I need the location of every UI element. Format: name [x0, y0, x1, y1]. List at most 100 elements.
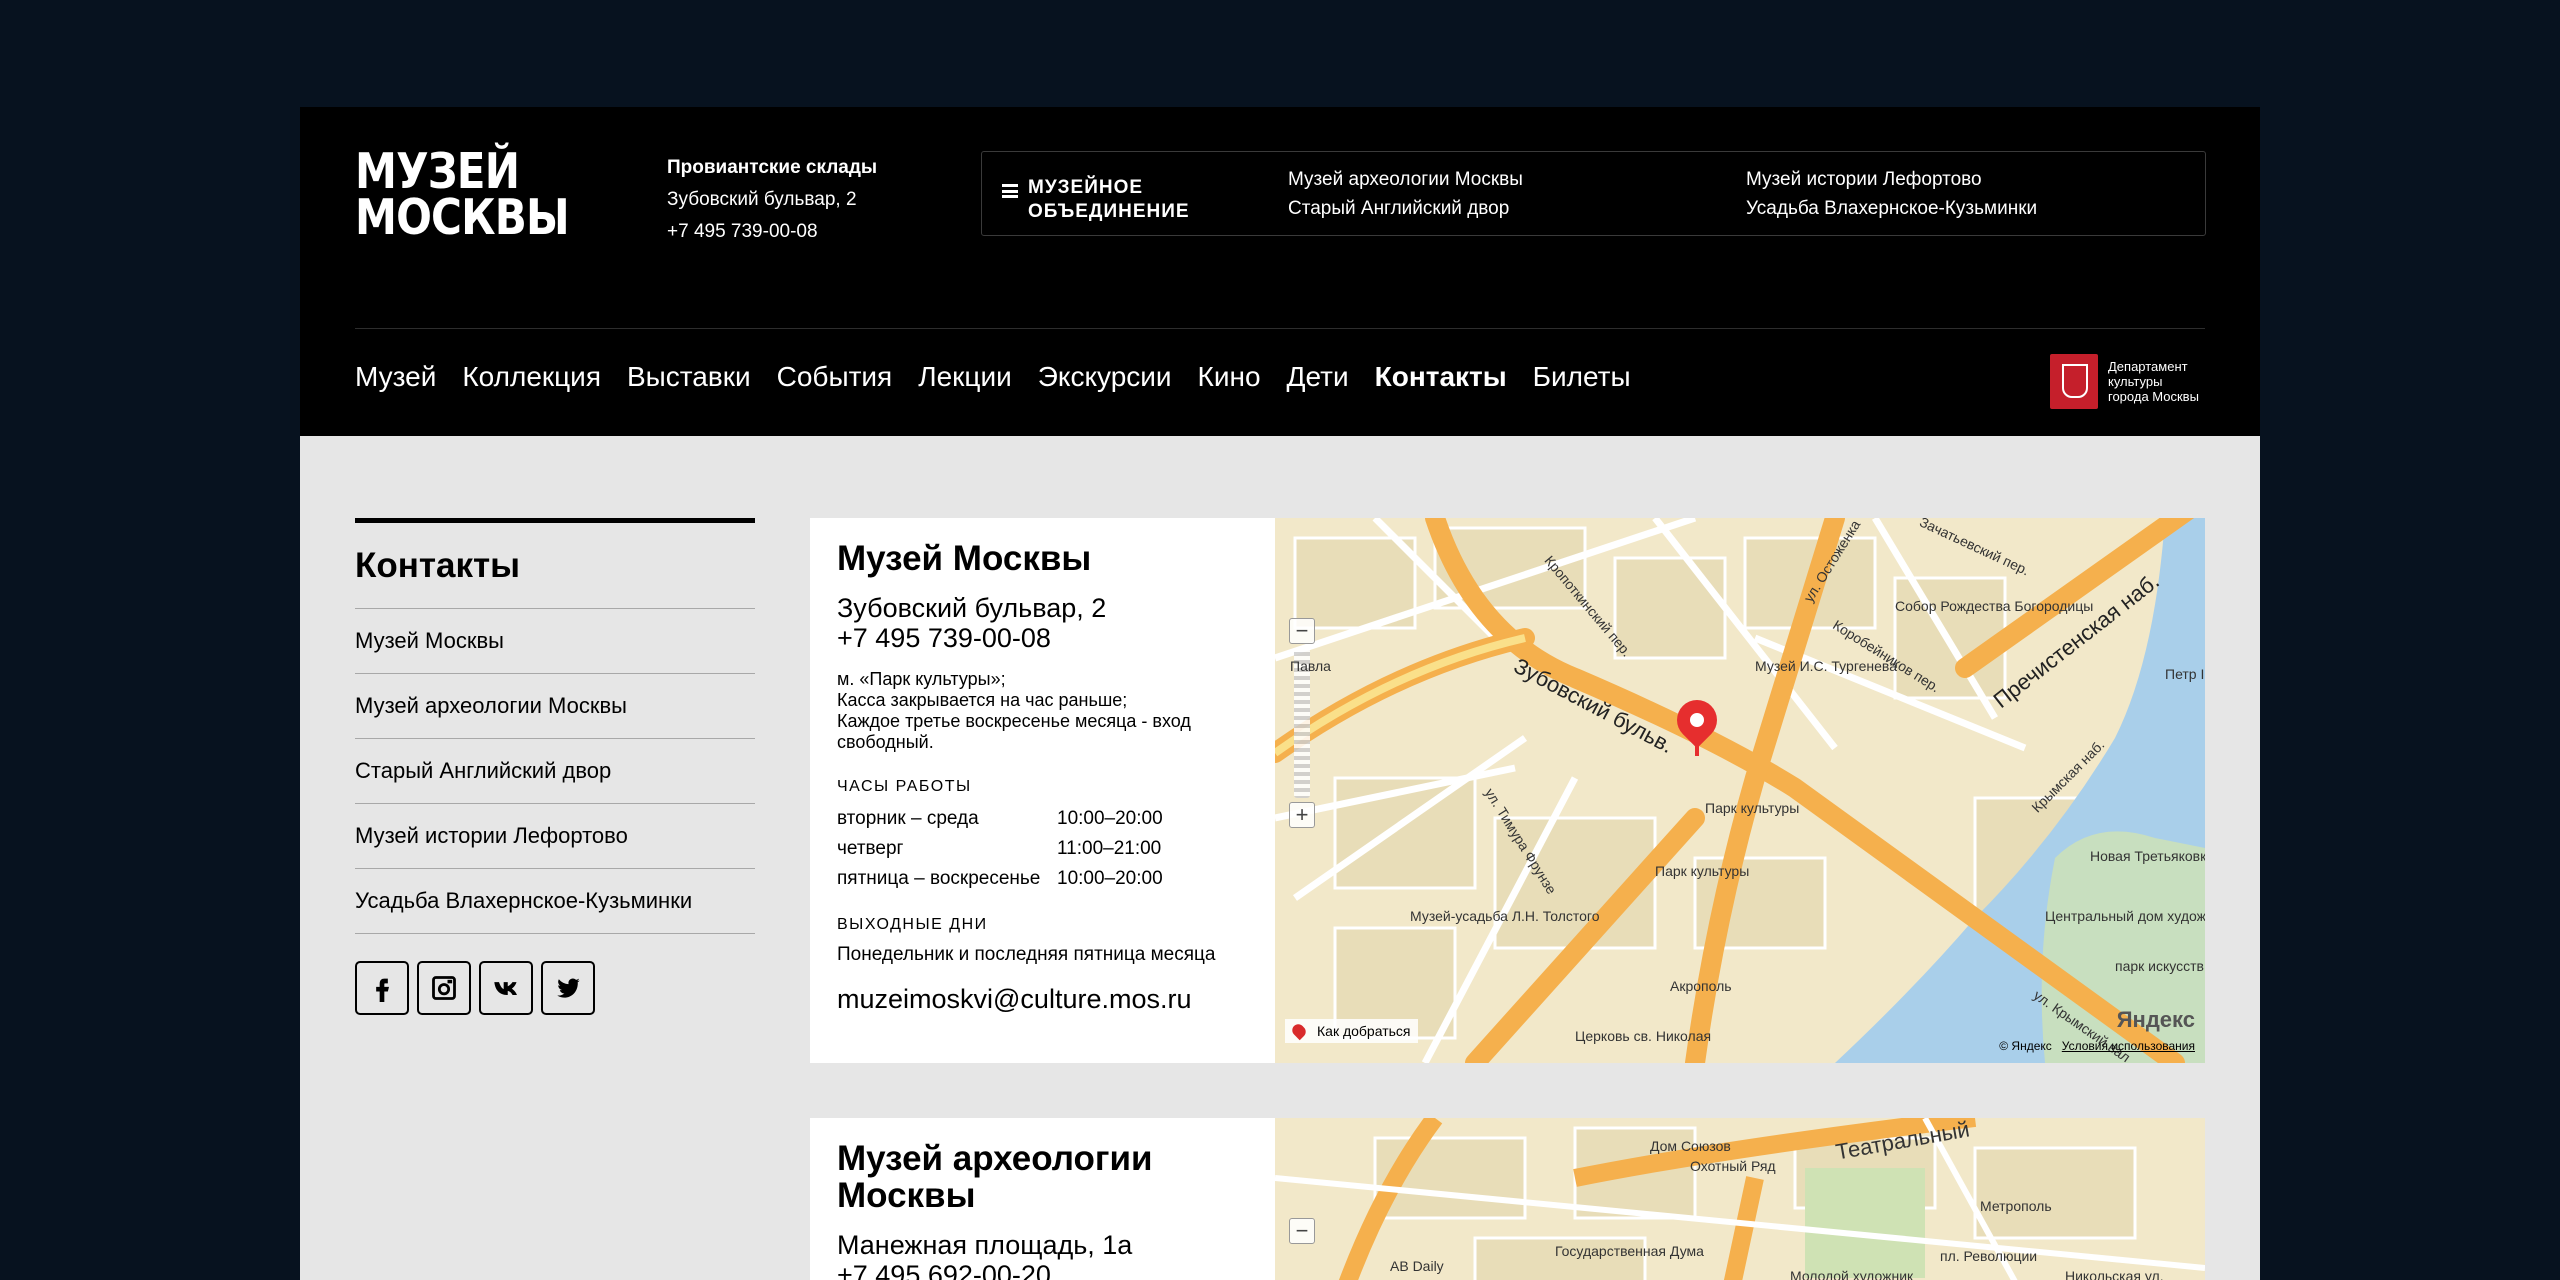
- hours-label: ЧАСЫ РАБОТЫ: [837, 778, 972, 795]
- zoom-out-button[interactable]: −: [1289, 1218, 1315, 1244]
- map-label: Музей-усадьба Л.Н. Толстого: [1410, 908, 1600, 924]
- zoom-out-button[interactable]: −: [1289, 618, 1315, 644]
- nav-item[interactable]: Контакты: [1375, 360, 1507, 394]
- department-text: Департамент культуры города Москвы: [2108, 359, 2199, 404]
- location-phone[interactable]: +7 495 739-00-08: [667, 216, 877, 248]
- museum-union-box: МУЗЕЙНОЕ ОБЪЕДИНЕНИЕ Музей археологии Мо…: [981, 151, 2206, 236]
- sidebar-item[interactable]: Старый Английский двор: [355, 739, 755, 804]
- map-label: Павла: [1290, 658, 1331, 674]
- nav-item[interactable]: Билеты: [1533, 360, 1631, 394]
- card-title: Музей Москвы: [837, 539, 1092, 578]
- route-label: Как добраться: [1317, 1023, 1411, 1039]
- union-link[interactable]: Музей археологии Москвы: [1288, 165, 1523, 194]
- zoom-control[interactable]: − +: [1289, 618, 1315, 828]
- sidebar-list: Музей Москвы Музей археологии Москвы Стары…: [355, 609, 755, 934]
- nav-item[interactable]: Музей: [355, 360, 436, 394]
- hours-time: 10:00–20:00: [1057, 808, 1163, 829]
- sidebar: Контакты Музей Москвы Музей археологии Мо…: [355, 518, 755, 1015]
- location-address: Зубовский бульвар, 2: [667, 189, 857, 210]
- map-label: Петр I: [2165, 666, 2205, 682]
- logo[interactable]: МУЗЕЙ МОСКВЫ: [355, 147, 570, 246]
- zoom-control[interactable]: −: [1289, 1218, 1315, 1244]
- phone-line[interactable]: +7 495 739-00-08: [837, 623, 1277, 653]
- sidebar-top-rule: [355, 518, 755, 523]
- nav-item[interactable]: Экскурсии: [1038, 360, 1172, 394]
- union-links-col-2: Музей истории Лефортово Усадьба Влахернс…: [1746, 165, 2037, 223]
- address-line: Манежная площадь, 1а: [837, 1230, 1133, 1260]
- map-label: Акрополь: [1670, 978, 1732, 994]
- map-label: Государственная Дума: [1555, 1243, 1704, 1259]
- department-logo[interactable]: Департамент культуры города Москвы: [2050, 354, 2208, 409]
- sidebar-item[interactable]: Музей археологии Москвы: [355, 674, 755, 739]
- hours-row: пятница – воскресенье 10:00–20:00: [837, 864, 1277, 894]
- main-nav: Музей Коллекция Выставки События Лекции Экску…: [355, 360, 1657, 394]
- card-note: м. «Парк культуры»; Касса закрывается на…: [837, 669, 1191, 752]
- nav-item[interactable]: Дети: [1287, 360, 1349, 394]
- contact-card-museum-moscow: Музей Москвы Зубовский бульвар, 2 +7 495…: [810, 518, 2205, 1063]
- map-label: Центральный дом художника: [2045, 908, 2205, 924]
- vk-icon[interactable]: [479, 961, 533, 1015]
- map-label: Метрополь: [1980, 1198, 2052, 1214]
- social-links: [355, 961, 755, 1015]
- hours-table: вторник – среда 10:00–20:00 четверг 11:00–2…: [837, 804, 1277, 894]
- address-line: Зубовский бульвар, 2: [837, 593, 1107, 623]
- header-location: Провиантские склады Зубовский бульвар, 2…: [667, 152, 877, 248]
- map-label: пл. Революции: [1940, 1248, 2038, 1264]
- card-address: Манежная площадь, 1а +7 495 692-00-20: [837, 1230, 1277, 1280]
- union-menu-label: МУЗЕЙНОЕ ОБЪЕДИНЕНИЕ: [1028, 177, 1190, 222]
- hours-time: 11:00–21:00: [1057, 838, 1162, 859]
- hours-row: вторник – среда 10:00–20:00: [837, 804, 1277, 834]
- days-off-value: Понедельник и последняя пятница месяца: [837, 944, 1216, 965]
- map-archaeology[interactable]: − Охотный Ряд Театральный Дом Союзов Метроп…: [1275, 1118, 2205, 1280]
- phone-line[interactable]: +7 495 692-00-20: [837, 1260, 1277, 1280]
- card-title: Музей археологии Москвы: [837, 1139, 1153, 1215]
- content-area: Контакты Музей Москвы Музей археологии Мо…: [300, 436, 2260, 1280]
- map-label: AB Daily: [1390, 1258, 1444, 1274]
- days-off-label: ВЫХОДНЫЕ ДНИ: [837, 916, 988, 933]
- map-label: Церковь св. Николая: [1575, 1028, 1712, 1044]
- map-copyright: © Яндекс Условия использования: [1999, 1039, 2195, 1053]
- hamburger-icon: [1002, 184, 1018, 198]
- map-label: Парк культуры: [1705, 800, 1800, 816]
- site-frame: МУЗЕЙ МОСКВЫ Провиантские склады Зубовск…: [300, 107, 2260, 1280]
- route-pin-icon: [1289, 1021, 1309, 1041]
- map-label: Новая Третьяковка: [2090, 848, 2205, 864]
- map-label: Охотный Ряд: [1690, 1158, 1776, 1174]
- twitter-icon[interactable]: [541, 961, 595, 1015]
- nav-item[interactable]: События: [777, 360, 893, 394]
- zoom-in-button[interactable]: +: [1289, 802, 1315, 828]
- union-link[interactable]: Усадьба Влахернское-Кузьминки: [1746, 194, 2037, 223]
- sidebar-item[interactable]: Музей Москвы: [355, 609, 755, 674]
- hours-days: вторник – среда: [837, 808, 979, 829]
- union-menu-button[interactable]: МУЗЕЙНОЕ ОБЪЕДИНЕНИЕ: [1002, 176, 1190, 224]
- logo-line-2: МОСКВЫ: [355, 189, 570, 246]
- union-link[interactable]: Старый Английский двор: [1288, 194, 1523, 223]
- location-name: Провиантские склады: [667, 157, 878, 178]
- map-label: Дом Союзов: [1650, 1138, 1731, 1154]
- union-link[interactable]: Музей истории Лефортово: [1746, 165, 2037, 194]
- hours-row: четверг 11:00–21:00: [837, 834, 1277, 864]
- nav-item[interactable]: Лекции: [918, 360, 1012, 394]
- map-label: Парк культуры: [1655, 863, 1750, 879]
- hours-days: пятница – воскресенье: [837, 868, 1041, 889]
- email-link[interactable]: muzeimoskvi@culture.mos.ru: [837, 984, 1277, 1015]
- header: МУЗЕЙ МОСКВЫ Провиантские склады Зубовск…: [300, 107, 2260, 436]
- nav-item[interactable]: Кино: [1198, 360, 1261, 394]
- card-address: Зубовский бульвар, 2 +7 495 739-00-08: [837, 593, 1277, 653]
- sidebar-item[interactable]: Усадьба Влахернское-Кузьминки: [355, 869, 755, 934]
- nav-item[interactable]: Коллекция: [462, 360, 601, 394]
- sidebar-item[interactable]: Музей истории Лефортово: [355, 804, 755, 869]
- map-label: Собор Рождества Богородицы: [1895, 598, 2094, 614]
- yandex-logo: Яндекс: [2116, 1007, 2195, 1032]
- map-museum-moscow[interactable]: − + Зубовский бульв. Пречистенская наб. Па…: [1275, 518, 2205, 1063]
- nav-item[interactable]: Выставки: [627, 360, 751, 394]
- hours-days: четверг: [837, 838, 904, 859]
- terms-link[interactable]: Условия использования: [2062, 1039, 2195, 1053]
- hours-time: 10:00–20:00: [1057, 868, 1163, 889]
- facebook-icon[interactable]: [355, 961, 409, 1015]
- route-button[interactable]: Как добраться: [1285, 1019, 1419, 1043]
- moscow-emblem-icon: [2050, 354, 2098, 409]
- map-label: Молодой художник: [1790, 1268, 1914, 1280]
- instagram-icon[interactable]: [417, 961, 471, 1015]
- sidebar-title: Контакты: [355, 545, 755, 609]
